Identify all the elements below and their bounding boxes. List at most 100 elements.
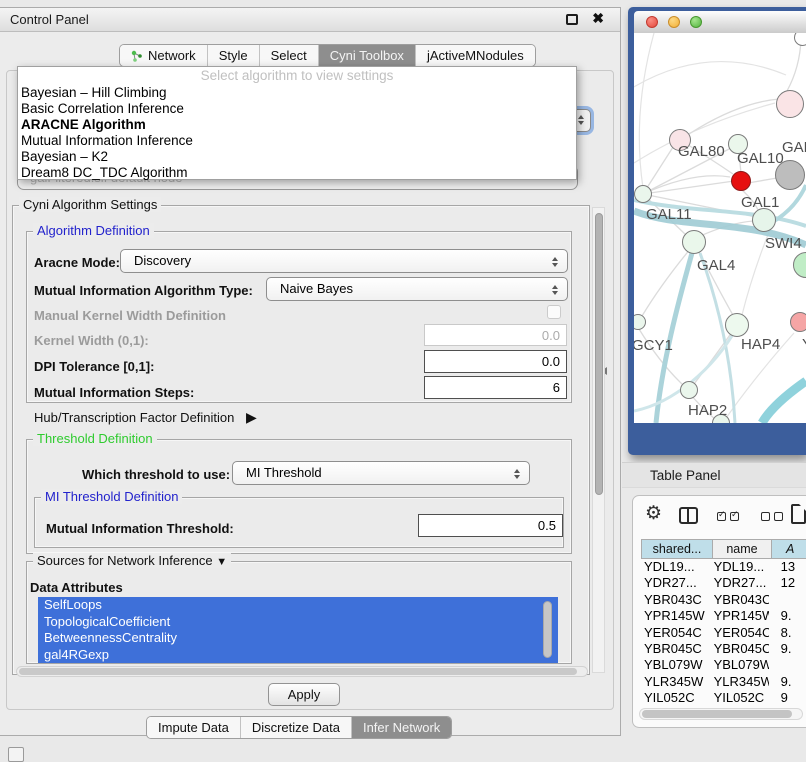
network-canvas[interactable]: GAL GAL80 GAL10 GAL1 GAL11 SWI4 GAL4 GCY…: [634, 33, 806, 423]
hub-definition-label: Hub/Transcription Factor Definition: [34, 410, 234, 425]
control-panel-window: Control Panel ✖ Network Style Sel: [0, 7, 621, 736]
table-panel-title: Table Panel: [622, 462, 806, 488]
tab-cyni-toolbox[interactable]: Cyni Toolbox: [319, 45, 416, 66]
dropdown-item[interactable]: Dream8 DC_TDC Algorithm: [18, 165, 576, 181]
collapsed-panel-icon[interactable]: [8, 747, 24, 762]
tab-network[interactable]: Network: [120, 45, 208, 66]
manual-kernel-width-label: Manual Kernel Width Definition: [34, 308, 226, 323]
network-node[interactable]: [634, 185, 652, 203]
list-item[interactable]: TopologicalCoefficient: [38, 614, 558, 631]
column-header-shared-name[interactable]: shared...: [641, 539, 713, 559]
table-panel: ⚙ shared... name A YDL19...YDL19...13 YD…: [632, 495, 806, 728]
mi-algorithm-type-label: Mutual Information Algorithm Type:: [34, 283, 253, 298]
apply-button[interactable]: Apply: [268, 683, 340, 706]
which-threshold-label: Which threshold to use:: [82, 467, 230, 482]
mi-algorithm-type-combo[interactable]: Naive Bayes: [266, 277, 568, 301]
network-node[interactable]: [752, 208, 776, 232]
list-item[interactable]: gal4RGexp: [38, 647, 558, 664]
table-horizontal-scrollbar[interactable]: [639, 708, 803, 720]
table-row[interactable]: YIL052CYIL052C9: [641, 690, 806, 706]
scrollbar-thumb[interactable]: [19, 668, 577, 675]
scrollbar-thumb[interactable]: [642, 710, 792, 718]
tab-jactivemnodules[interactable]: jActiveMNodules: [416, 45, 535, 66]
table-row[interactable]: YBR045CYBR045C9.: [641, 641, 806, 657]
list-item[interactable]: SelfLoops: [38, 597, 558, 614]
tab-infer-network[interactable]: Infer Network: [352, 717, 451, 738]
manual-kernel-width-checkbox[interactable]: [547, 305, 561, 319]
tab-style[interactable]: Style: [208, 45, 260, 66]
gear-icon[interactable]: ⚙: [645, 503, 662, 525]
show-columns-icon[interactable]: [679, 507, 698, 524]
tab-discretize-data[interactable]: Discretize Data: [241, 717, 352, 738]
column-header-name[interactable]: name: [712, 539, 772, 559]
columns-divider: [687, 509, 689, 522]
table-row[interactable]: YER054CYER054C8.: [641, 625, 806, 641]
network-node-selected[interactable]: [731, 171, 751, 191]
new-table-icon[interactable]: [791, 504, 806, 524]
list-scrollbar-thumb[interactable]: [543, 601, 552, 658]
table-row[interactable]: YDL19...YDL19...13: [641, 559, 806, 575]
node-label: HAP4: [741, 336, 780, 353]
table-row[interactable]: YDR27...YDR27...12: [641, 575, 806, 591]
unchecked-box-icon: [774, 512, 783, 521]
column-header-partial[interactable]: A: [771, 539, 806, 559]
node-label: SWI4: [765, 235, 802, 252]
network-node[interactable]: [790, 312, 806, 332]
network-node[interactable]: [680, 381, 698, 399]
minimize-traffic-light-icon[interactable]: [668, 16, 680, 28]
combo-up-arrow-icon: [552, 285, 558, 289]
node-label: GCY1: [634, 337, 673, 354]
combo-up-arrow-icon: [514, 469, 520, 473]
combo-up-arrow-icon: [578, 115, 584, 119]
sources-title: Sources for Network Inference ▼: [33, 553, 231, 568]
dropdown-item[interactable]: Bayesian – Hill Climbing: [18, 85, 576, 101]
close-icon[interactable]: ✖: [592, 10, 604, 27]
kernel-width-label: Kernel Width (0,1):: [34, 333, 149, 348]
select-all-columns-icon[interactable]: [717, 512, 739, 521]
dropdown-item-selected[interactable]: ARACNE Algorithm: [18, 117, 576, 133]
control-panel-title: Control Panel: [10, 12, 89, 27]
expanded-arrow-icon[interactable]: ▼: [216, 556, 227, 568]
scrollbar-thumb[interactable]: [595, 213, 603, 495]
collapsed-arrow-icon[interactable]: ▶: [246, 409, 257, 425]
network-node[interactable]: [725, 313, 749, 337]
network-window-titlebar[interactable]: [634, 11, 806, 33]
tab-select[interactable]: Select: [260, 45, 319, 66]
network-node[interactable]: [682, 230, 706, 254]
float-window-icon[interactable]: [566, 14, 578, 25]
hub-definition-section[interactable]: Hub/Transcription Factor Definition ▶: [34, 409, 257, 426]
table-header: shared... name A: [641, 539, 806, 559]
mi-threshold-input[interactable]: [418, 514, 563, 537]
dpi-tolerance-input[interactable]: [424, 350, 567, 373]
which-threshold-combo[interactable]: MI Threshold: [232, 461, 530, 485]
settings-horizontal-scrollbar[interactable]: [16, 666, 588, 677]
dropdown-item[interactable]: Basic Correlation Inference: [18, 101, 576, 117]
node-label: GAL: [782, 139, 806, 156]
unselect-all-columns-icon[interactable]: [761, 512, 783, 521]
table-row[interactable]: YLR345WYLR345W9.: [641, 674, 806, 690]
data-attributes-list: SelfLoops TopologicalCoefficient Between…: [38, 597, 558, 663]
dropdown-item[interactable]: Mutual Information Inference: [18, 133, 576, 149]
list-item[interactable]: BetweennessCentrality: [38, 630, 558, 647]
kernel-width-input[interactable]: [424, 324, 567, 346]
settings-vertical-scrollbar[interactable]: [592, 207, 605, 673]
table-row[interactable]: YBR043CYBR043C: [641, 592, 806, 608]
dropdown-item[interactable]: Bayesian – K2: [18, 149, 576, 165]
node-label: GAL80: [678, 143, 725, 160]
combo-down-arrow-icon: [578, 121, 584, 125]
table-row[interactable]: YPR145WYPR145W9.: [641, 608, 806, 624]
network-view-window: GAL GAL80 GAL10 GAL1 GAL11 SWI4 GAL4 GCY…: [628, 7, 806, 455]
close-traffic-light-icon[interactable]: [646, 16, 658, 28]
zoom-traffic-light-icon[interactable]: [690, 16, 702, 28]
network-icon: [131, 50, 143, 62]
cyni-bottom-tabbar: Impute Data Discretize Data Infer Networ…: [146, 716, 452, 739]
dpi-tolerance-label: DPI Tolerance [0,1]:: [34, 359, 154, 374]
network-node[interactable]: [776, 90, 804, 118]
table-body: YDL19...YDL19...13 YDR27...YDR27...12 YB…: [641, 559, 806, 707]
node-label: Y: [802, 336, 806, 353]
mi-steps-input[interactable]: [424, 376, 567, 399]
table-row[interactable]: YBL079WYBL079W: [641, 657, 806, 673]
aracne-mode-combo[interactable]: Discovery: [120, 249, 568, 273]
combo-down-arrow-icon: [552, 291, 558, 295]
tab-impute-data[interactable]: Impute Data: [147, 717, 241, 738]
